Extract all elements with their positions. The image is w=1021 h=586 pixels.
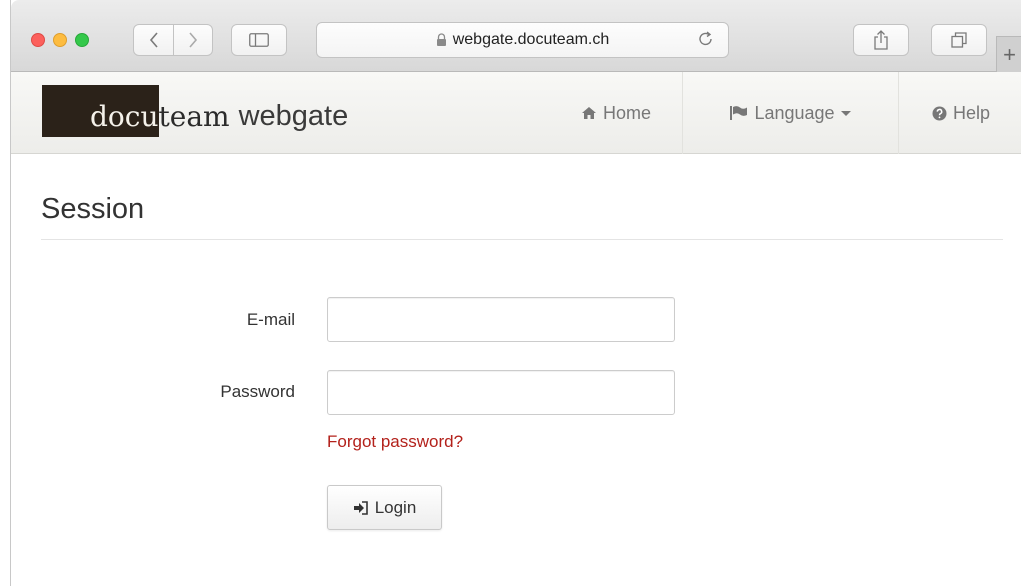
forward-button[interactable] xyxy=(173,25,212,55)
lock-icon xyxy=(436,33,446,46)
login-button[interactable]: Login xyxy=(327,485,442,530)
nav-language-label: Language xyxy=(754,102,835,123)
close-window-button[interactable] xyxy=(31,33,45,47)
caret-down-icon xyxy=(840,110,851,116)
flag-icon xyxy=(730,106,748,120)
nav-language-dropdown[interactable]: Language xyxy=(682,72,899,154)
minimize-window-button[interactable] xyxy=(53,33,67,47)
nav-help-label: Help xyxy=(953,102,991,123)
sign-in-icon xyxy=(353,500,368,515)
nav-home[interactable]: Home xyxy=(551,72,681,154)
nav-help[interactable]: Help xyxy=(900,72,1021,154)
address-bar[interactable]: webgate.docuteam.ch xyxy=(316,22,729,58)
chevron-left-icon xyxy=(149,32,158,48)
home-icon xyxy=(581,107,596,119)
email-label: E-mail xyxy=(246,310,295,329)
site-navbar: docu team webgate Home Language Help xyxy=(11,72,1021,154)
share-icon xyxy=(874,30,888,50)
address-text: webgate.docuteam.ch xyxy=(452,31,610,48)
show-tabs-button[interactable] xyxy=(931,24,987,56)
new-tab-button[interactable]: + xyxy=(996,36,1021,72)
password-label: Password xyxy=(220,382,295,401)
reload-icon[interactable] xyxy=(698,30,714,48)
brand-logo[interactable]: docu team webgate xyxy=(42,85,348,137)
zoom-window-button[interactable] xyxy=(75,33,89,47)
sidebar-icon xyxy=(249,33,269,47)
back-button[interactable] xyxy=(134,25,173,55)
brand-webgate: webgate xyxy=(238,100,349,132)
brand-docu: docu xyxy=(42,85,159,137)
title-divider xyxy=(41,239,1003,240)
forgot-password-link[interactable]: Forgot password? xyxy=(327,432,463,452)
browser-window: webgate.docuteam.ch + docu team webgate … xyxy=(10,0,1021,586)
sidebar-button[interactable] xyxy=(231,24,287,56)
history-nav-group xyxy=(133,24,213,56)
password-field[interactable] xyxy=(327,370,675,415)
page-title: Session xyxy=(41,193,145,225)
email-field[interactable] xyxy=(327,297,675,342)
brand-team: team xyxy=(158,100,230,133)
nav-home-label: Home xyxy=(602,102,651,123)
login-button-label: Login xyxy=(374,497,417,517)
question-circle-icon xyxy=(932,106,947,120)
chevron-right-icon xyxy=(189,32,198,48)
plus-icon: + xyxy=(1003,41,1016,67)
browser-toolbar: webgate.docuteam.ch + xyxy=(11,0,1021,72)
tabs-icon xyxy=(951,32,967,48)
share-button[interactable] xyxy=(853,24,909,56)
